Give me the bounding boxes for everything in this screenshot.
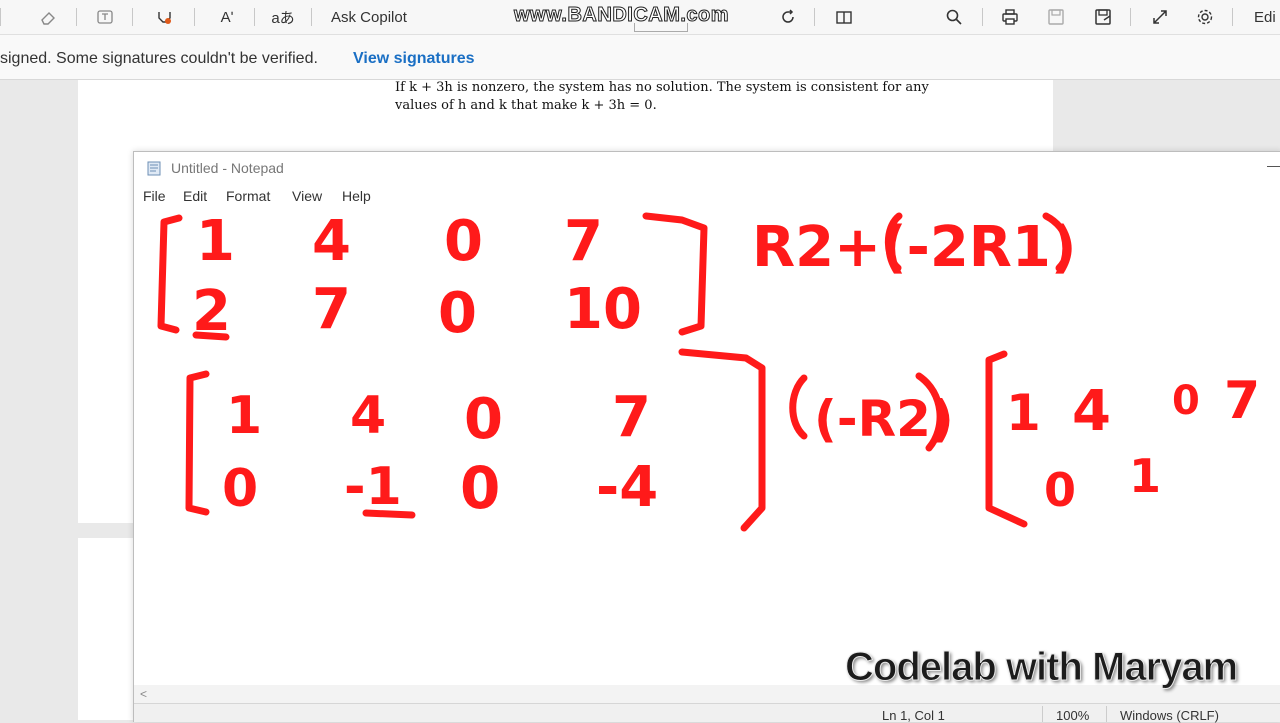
toolbar-divider xyxy=(814,8,815,26)
menu-view[interactable]: View xyxy=(292,188,322,204)
minimize-icon[interactable] xyxy=(1267,166,1280,167)
toolbar-divider xyxy=(1130,8,1131,26)
window-title: Untitled - Notepad xyxy=(171,160,284,176)
notepad-window: Untitled - Notepad File Edit Format View… xyxy=(133,151,1280,723)
m3-r2-c2: 1 xyxy=(1129,449,1161,503)
menu-format[interactable]: Format xyxy=(226,188,270,204)
view-signatures-link[interactable]: View signatures xyxy=(353,35,475,83)
pdf-text: If k + 3h is nonzero, the system has no … xyxy=(395,79,995,115)
edit-button[interactable]: Edi xyxy=(1254,6,1280,28)
fullscreen-icon[interactable] xyxy=(1148,6,1172,28)
toolbar-divider xyxy=(0,8,1,26)
toolbar-divider xyxy=(1232,8,1233,26)
toolbar-divider xyxy=(194,8,195,26)
handwriting-canvas: 1 4 0 7 2 7 0 10 R2+(-2R1) 1 4 0 7 0 -1 … xyxy=(157,209,1260,532)
page-view-icon[interactable] xyxy=(832,6,856,28)
toolbar-divider xyxy=(982,8,983,26)
m3-r1-c3: 0 xyxy=(1172,378,1200,424)
m2-r2-c3: 0 xyxy=(460,454,500,522)
matrix1-left-bracket xyxy=(157,214,183,334)
cursor-position: Ln 1, Col 1 xyxy=(882,708,945,723)
m1-r2-c2: 7 xyxy=(312,277,351,342)
watermark-frame xyxy=(634,23,688,32)
m3-r1-c2: 4 xyxy=(1072,379,1111,444)
m1-r2-c3: 0 xyxy=(438,281,477,346)
search-icon[interactable] xyxy=(942,6,966,28)
recording-watermark: www.BANDICAM.com xyxy=(513,4,730,27)
print-icon[interactable] xyxy=(998,6,1022,28)
notepad-icon xyxy=(147,161,161,176)
m3-r2-c1: 0 xyxy=(1044,463,1076,517)
m1-r1-c2: 4 xyxy=(312,209,351,274)
m2-r1-c4: 7 xyxy=(612,385,651,450)
row-operation-2: (-R2) xyxy=(814,390,954,448)
menu-bar: File Edit Format View Help xyxy=(134,184,1280,208)
pdf-line: If k + 3h is nonzero, the system has no … xyxy=(395,80,929,95)
pdf-line: values of h and k that make k + 3h = 0. xyxy=(395,98,657,113)
signature-bar: signed. Some signatures couldn't be veri… xyxy=(0,35,1280,80)
translate-button[interactable]: aあ xyxy=(268,6,298,28)
row-operation-1: R2+(-2R1) xyxy=(752,215,1077,280)
m2-r2-c4: -4 xyxy=(596,455,658,520)
matrix1-right-bracket xyxy=(642,212,708,336)
m2-r1-c2: 4 xyxy=(350,386,386,446)
m3-r1-c4: 7 xyxy=(1224,371,1260,431)
text-box-icon[interactable] xyxy=(93,6,117,28)
m1-r2-c4: 10 xyxy=(564,277,642,342)
matrix2-right-bracket xyxy=(678,348,766,532)
rotate-icon[interactable] xyxy=(776,6,800,28)
pdf-page-next xyxy=(78,538,138,720)
menu-file[interactable]: File xyxy=(143,188,166,204)
m1-r1-c4: 7 xyxy=(564,209,603,274)
pdf-toolbar: Aʹ aあ Ask Copilot www.BANDICAM.com Edi xyxy=(0,0,1280,35)
read-aloud-button[interactable]: Aʹ xyxy=(213,6,241,28)
text-editor[interactable]: 1 4 0 7 2 7 0 10 R2+(-2R1) 1 4 0 7 0 -1 … xyxy=(134,208,1280,685)
zoom-level: 100% xyxy=(1056,708,1090,723)
toolbar-divider xyxy=(254,8,255,26)
gear-icon[interactable] xyxy=(1193,6,1217,28)
ask-copilot-button[interactable]: Ask Copilot xyxy=(331,6,431,28)
scroll-left-arrow[interactable]: < xyxy=(140,687,147,701)
m1-r2-c1: 2 xyxy=(192,279,231,344)
toolbar-divider xyxy=(76,8,77,26)
highlight-icon[interactable] xyxy=(152,6,176,28)
line-ending: Windows (CRLF) xyxy=(1120,708,1219,723)
save-as-icon[interactable] xyxy=(1091,6,1115,28)
toolbar-divider xyxy=(311,8,312,26)
channel-watermark: Codelab with Maryam xyxy=(844,645,1238,690)
toolbar-divider xyxy=(132,8,133,26)
m2-r2-c2: -1 xyxy=(344,457,402,517)
signature-message: signed. Some signatures couldn't be veri… xyxy=(0,50,318,67)
eraser-icon[interactable] xyxy=(36,6,60,28)
status-bar: Ln 1, Col 1 100% Windows (CRLF) xyxy=(134,703,1280,723)
notepad-titlebar[interactable]: Untitled - Notepad xyxy=(134,152,1280,184)
menu-help[interactable]: Help xyxy=(342,188,371,204)
m2-r1-c1: 1 xyxy=(226,386,262,446)
save-icon[interactable] xyxy=(1044,6,1068,28)
matrix2-left-bracket xyxy=(185,370,210,516)
op2-left-paren xyxy=(789,374,808,440)
menu-edit[interactable]: Edit xyxy=(183,188,207,204)
pdf-scrollbar[interactable] xyxy=(1262,80,1280,150)
m2-r2-c1: 0 xyxy=(222,459,258,519)
m1-r1-c1: 1 xyxy=(196,209,235,274)
m1-r1-c3: 0 xyxy=(444,209,483,274)
m2-r1-c3: 0 xyxy=(464,387,503,452)
m3-r1-c1: 1 xyxy=(1006,384,1041,442)
